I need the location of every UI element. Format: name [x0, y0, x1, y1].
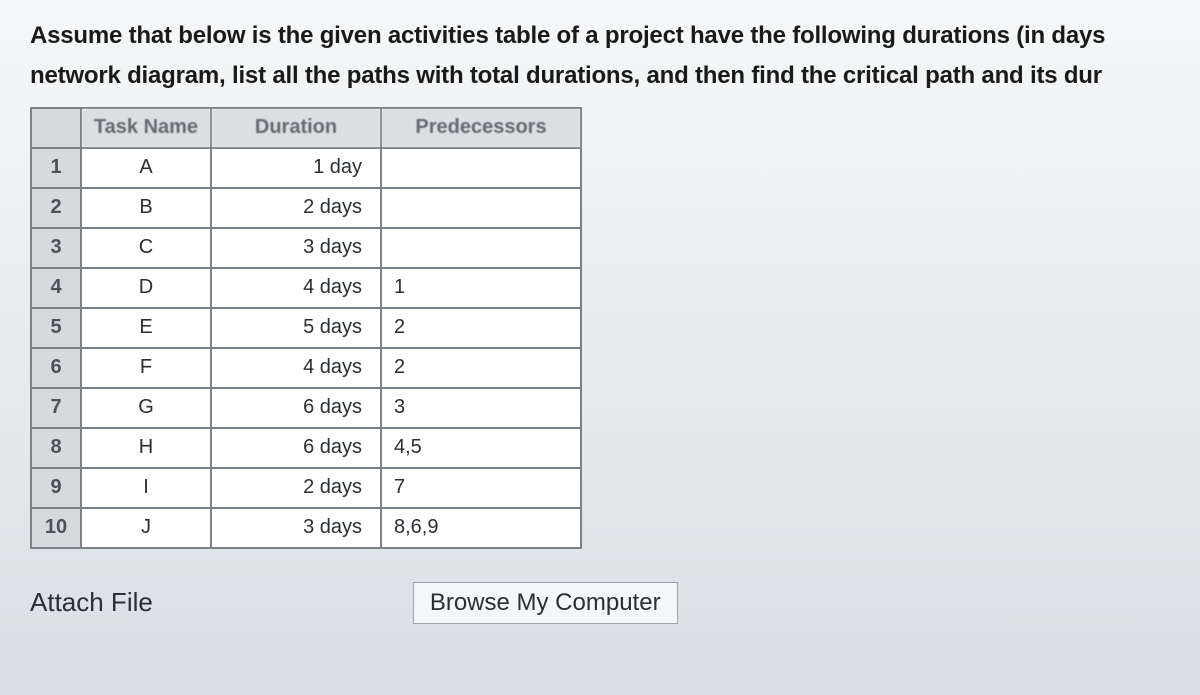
- row-duration: 6 days: [211, 388, 381, 428]
- row-predecessors: 3: [381, 388, 581, 428]
- row-task: E: [81, 308, 211, 348]
- row-task: F: [81, 348, 211, 388]
- row-predecessors: 4,5: [381, 428, 581, 468]
- row-duration: 4 days: [211, 348, 381, 388]
- table-row: 4 D 4 days 1: [31, 268, 581, 308]
- row-predecessors: [381, 188, 581, 228]
- table-row: 9 I 2 days 7: [31, 468, 581, 508]
- attach-file-label: Attach File: [30, 587, 153, 618]
- header-corner: [31, 108, 81, 148]
- row-task: I: [81, 468, 211, 508]
- row-duration: 5 days: [211, 308, 381, 348]
- row-duration: 6 days: [211, 428, 381, 468]
- row-predecessors: 1: [381, 268, 581, 308]
- row-id: 6: [31, 348, 81, 388]
- table-row: 7 G 6 days 3: [31, 388, 581, 428]
- row-duration: 4 days: [211, 268, 381, 308]
- row-task: G: [81, 388, 211, 428]
- row-task: J: [81, 508, 211, 548]
- row-id: 7: [31, 388, 81, 428]
- attach-file-row: Attach File Browse My Computer: [30, 582, 1200, 624]
- row-id: 1: [31, 148, 81, 188]
- table-row: 3 C 3 days: [31, 228, 581, 268]
- row-duration: 2 days: [211, 468, 381, 508]
- table-row: 8 H 6 days 4,5: [31, 428, 581, 468]
- header-duration: Duration: [211, 108, 381, 148]
- row-task: A: [81, 148, 211, 188]
- row-predecessors: [381, 228, 581, 268]
- question-text-line2: network diagram, list all the paths with…: [30, 60, 1200, 92]
- row-predecessors: [381, 148, 581, 188]
- row-task: H: [81, 428, 211, 468]
- row-id: 9: [31, 468, 81, 508]
- row-duration: 2 days: [211, 188, 381, 228]
- activities-table: Task Name Duration Predecessors 1 A 1 da…: [30, 107, 582, 549]
- row-id: 4: [31, 268, 81, 308]
- table-row: 1 A 1 day: [31, 148, 581, 188]
- row-task: D: [81, 268, 211, 308]
- table-row: 5 E 5 days 2: [31, 308, 581, 348]
- question-text-line1: Assume that below is the given activitie…: [30, 20, 1200, 52]
- row-duration: 3 days: [211, 228, 381, 268]
- row-id: 8: [31, 428, 81, 468]
- table-row: 2 B 2 days: [31, 188, 581, 228]
- row-id: 3: [31, 228, 81, 268]
- header-task: Task Name: [81, 108, 211, 148]
- browse-my-computer-button[interactable]: Browse My Computer: [413, 582, 678, 624]
- row-duration: 1 day: [211, 148, 381, 188]
- table-row: 6 F 4 days 2: [31, 348, 581, 388]
- row-predecessors: 7: [381, 468, 581, 508]
- row-id: 10: [31, 508, 81, 548]
- row-predecessors: 2: [381, 308, 581, 348]
- row-id: 5: [31, 308, 81, 348]
- row-predecessors: 2: [381, 348, 581, 388]
- table-row: 10 J 3 days 8,6,9: [31, 508, 581, 548]
- row-id: 2: [31, 188, 81, 228]
- activities-table-wrapper: Task Name Duration Predecessors 1 A 1 da…: [30, 107, 582, 549]
- row-task: B: [81, 188, 211, 228]
- table-header-row: Task Name Duration Predecessors: [31, 108, 581, 148]
- row-predecessors: 8,6,9: [381, 508, 581, 548]
- row-duration: 3 days: [211, 508, 381, 548]
- row-task: C: [81, 228, 211, 268]
- header-predecessors: Predecessors: [381, 108, 581, 148]
